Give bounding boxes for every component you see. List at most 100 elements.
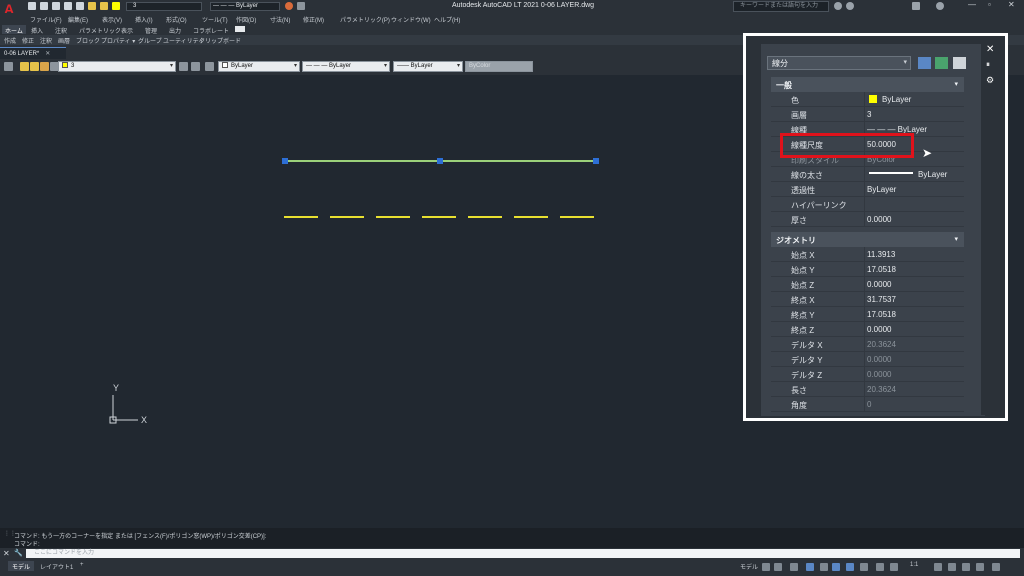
tab-home[interactable]: ホーム (2, 25, 26, 35)
grid-icon[interactable] (762, 563, 770, 571)
menu-dimension[interactable]: 寸法(N) (270, 15, 290, 24)
menu-window[interactable]: ウィンドウ(W) (391, 15, 431, 24)
customize-icon[interactable] (992, 563, 1000, 571)
prop-row-transparency[interactable]: 透過性 ByLayer (771, 182, 964, 197)
file-tab-close-icon[interactable]: ✕ (45, 51, 50, 57)
menu-file[interactable]: ファイル(F) (30, 15, 62, 24)
section-general[interactable]: 一般 ▾ (771, 77, 964, 92)
menu-view[interactable]: 表示(V) (102, 15, 122, 24)
tab-model[interactable]: モデル (8, 561, 35, 571)
prop-row-end-x[interactable]: 終点 X 31.7537 (771, 292, 964, 307)
panel-layers[interactable]: 画層 (58, 36, 70, 45)
polar-icon[interactable] (806, 563, 814, 571)
palette-close-icon[interactable]: ✕ (986, 44, 994, 55)
grip-end[interactable] (593, 158, 599, 164)
linetype-dropdown[interactable]: — — — ByLayer ▾ (302, 61, 390, 72)
workspace-gear-icon[interactable] (934, 563, 942, 571)
panel-block[interactable]: ブロック (76, 36, 100, 45)
save-icon[interactable] (52, 2, 60, 10)
panel-groups[interactable]: グループ (138, 36, 162, 45)
annotation-icon[interactable] (876, 563, 884, 571)
osnap-icon[interactable] (846, 563, 854, 571)
menu-insert[interactable]: 挿入(I) (135, 15, 153, 24)
prop-row-end-z[interactable]: 終点 Z 0.0000 (771, 322, 964, 337)
file-tab[interactable]: 0-06 LAYER* ✕ (0, 47, 66, 59)
layer-lock-icon[interactable] (40, 62, 49, 71)
share-icon[interactable] (912, 2, 920, 10)
lineweight-dropdown[interactable]: —— ByLayer ▾ (393, 61, 463, 72)
layer-previous-icon[interactable] (205, 62, 214, 71)
annotation-scale-label[interactable]: 1:1 (906, 561, 922, 571)
qa-more-icon[interactable] (297, 2, 305, 10)
lineweight-icon[interactable] (860, 563, 868, 571)
object-type-select[interactable]: 線分 ▾ (767, 56, 911, 70)
command-close-icon[interactable]: ✕ (3, 549, 10, 558)
add-layout-icon[interactable]: + (76, 561, 88, 571)
open-icon[interactable] (40, 2, 48, 10)
osnap-track-icon[interactable] (832, 563, 840, 571)
lightbulb-icon[interactable] (88, 2, 96, 10)
menu-parametric[interactable]: パラメトリック(P) (340, 15, 390, 24)
prop-row-end-y[interactable]: 終点 Y 17.0518 (771, 307, 964, 322)
command-customize-icon[interactable]: 🔧 (14, 549, 23, 557)
menu-format[interactable]: 形式(O) (166, 15, 187, 24)
isolate-icon[interactable] (962, 563, 970, 571)
grip-start[interactable] (282, 158, 288, 164)
prop-row-thickness[interactable]: 厚さ 0.0000 (771, 212, 964, 227)
quick-layer-dropdown[interactable]: 3 (126, 2, 202, 11)
section-geometry[interactable]: ジオメトリ ▾ (771, 232, 964, 247)
clean-screen-icon[interactable] (976, 563, 984, 571)
select-objects-icon[interactable] (935, 57, 948, 69)
snap-icon[interactable] (774, 563, 782, 571)
user-icon[interactable] (846, 2, 854, 10)
print-icon[interactable] (76, 2, 84, 10)
layer-dropdown[interactable]: 3 ▾ (58, 61, 176, 72)
toggle-pickadd-icon[interactable] (918, 57, 931, 69)
layer-thaw-icon[interactable] (30, 62, 39, 71)
panel-properties[interactable]: プロパティ ▾ (101, 36, 135, 45)
color-dropdown[interactable]: ByLayer ▾ (218, 61, 300, 72)
prop-row-hyperlink[interactable]: ハイパーリンク (771, 197, 964, 212)
color-wheel-icon[interactable] (285, 2, 293, 10)
prop-row-layer[interactable]: 画層 3 (771, 107, 964, 122)
prop-row-lineweight[interactable]: 線の太さ ByLayer (771, 167, 964, 182)
make-current-icon[interactable] (179, 62, 188, 71)
tab-layout1[interactable]: レイアウト1 (36, 561, 77, 571)
tab-parametric[interactable]: パラメトリック (76, 25, 124, 35)
panel-modify[interactable]: 修正 (22, 36, 34, 45)
prop-row-color[interactable]: 色 ByLayer (771, 92, 964, 107)
menu-edit[interactable]: 編集(E) (68, 15, 88, 24)
search-icon[interactable] (834, 2, 842, 10)
tab-view[interactable]: 表示 (118, 25, 136, 35)
tab-manage[interactable]: 管理 (142, 25, 160, 35)
annotation-scale-icon[interactable] (890, 563, 898, 571)
new-icon[interactable] (28, 2, 36, 10)
panel-draw[interactable]: 作成 (4, 36, 16, 45)
quick-linetype-dropdown[interactable]: — — — ByLayer (210, 2, 280, 11)
menu-tools[interactable]: ツール(T) (202, 15, 228, 24)
menu-draw[interactable]: 作図(D) (236, 15, 256, 24)
tab-collaborate[interactable]: コラボレート (190, 25, 232, 35)
tab-annotate[interactable]: 注釈 (52, 25, 70, 35)
maximize-icon[interactable]: ▫ (988, 0, 991, 9)
menu-modify[interactable]: 修正(M) (303, 15, 324, 24)
layer-match-icon[interactable] (191, 62, 200, 71)
saveas-icon[interactable] (64, 2, 72, 10)
grip-mid[interactable] (437, 158, 443, 164)
menu-help[interactable]: ヘルプ(H) (434, 15, 460, 24)
close-icon[interactable]: ✕ (1008, 0, 1015, 9)
ribbon-toggle-icon[interactable] (235, 26, 245, 32)
plus-icon[interactable] (948, 563, 956, 571)
status-model-label[interactable]: モデル (736, 561, 762, 571)
layer-on-icon[interactable] (20, 62, 29, 71)
tab-insert[interactable]: 挿入 (28, 25, 46, 35)
minimize-icon[interactable]: — (968, 0, 976, 9)
panel-clipboard[interactable]: クリップボード (199, 36, 241, 45)
palette-settings-icon[interactable]: ⚙ (986, 75, 994, 86)
panel-annotation[interactable]: 注釈 (40, 36, 52, 45)
layer-properties-icon[interactable] (4, 62, 13, 71)
command-input[interactable]: ここにコマンドを入力 (26, 549, 1020, 558)
prop-row-start-z[interactable]: 始点 Z 0.0000 (771, 277, 964, 292)
palette-autohide-icon[interactable]: ⏸ (986, 60, 990, 70)
prop-row-start-x[interactable]: 始点 X 11.3913 (771, 247, 964, 262)
